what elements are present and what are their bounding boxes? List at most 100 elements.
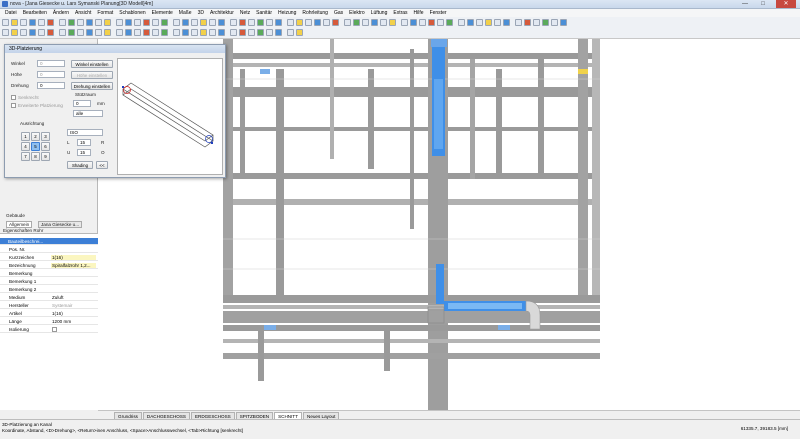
toolbar-tool-icon[interactable] — [182, 29, 189, 36]
menu-schablonen[interactable]: Schablonen — [116, 10, 148, 16]
l-input[interactable]: 15 — [77, 139, 91, 146]
prop-row[interactable]: Artikel 1(16) — [0, 310, 98, 318]
menu-extras[interactable]: Extras — [390, 10, 410, 16]
toolbar-tool-icon[interactable] — [389, 19, 396, 26]
shading-button[interactable]: Shading — [67, 161, 93, 169]
toolbar-tool-icon[interactable] — [467, 19, 474, 26]
maximize-button[interactable]: □ — [756, 0, 770, 8]
tree-tab-allgemein[interactable]: Allgemein — [6, 221, 33, 228]
prop-row[interactable]: Bemerkung 1 — [0, 278, 98, 286]
toolbar-tool-icon[interactable] — [296, 19, 303, 26]
toolbar-tool-icon[interactable] — [152, 29, 159, 36]
prop-row[interactable]: Kurzzeichen 1(16) — [0, 254, 98, 262]
toolbar-tool-icon[interactable] — [239, 19, 246, 26]
tab-spitzboden[interactable]: SPITZBODEN — [235, 412, 274, 419]
view-select[interactable]: ISO — [67, 129, 103, 136]
toolbar-tool-icon[interactable] — [104, 19, 111, 26]
menu-aendern[interactable]: Ändern — [50, 10, 72, 16]
toolbar-tool-icon[interactable] — [77, 19, 84, 26]
toolbar-tool-icon[interactable] — [248, 29, 255, 36]
toolbar-tool-icon[interactable] — [218, 19, 225, 26]
toolbar-tool-icon[interactable] — [95, 29, 102, 36]
drehung-set-button[interactable]: Drehung einstellen — [71, 82, 113, 90]
toolbar-tool-icon[interactable] — [152, 19, 159, 26]
toolbar-tool-icon[interactable] — [380, 19, 387, 26]
toolbar-tool-icon[interactable] — [314, 19, 321, 26]
prop-row[interactable]: Pos. Nr. — [0, 246, 98, 254]
toolbar-tool-icon[interactable] — [116, 19, 123, 26]
toolbar-tool-icon[interactable] — [116, 29, 123, 36]
toolbar-tool-icon[interactable] — [248, 19, 255, 26]
toolbar-tool-icon[interactable] — [428, 19, 435, 26]
menu-elemente[interactable]: Elemente — [149, 10, 176, 16]
toolbar-tool-icon[interactable] — [134, 29, 141, 36]
toolbar-tool-icon[interactable] — [125, 19, 132, 26]
hoehe-set-button[interactable]: Höhe einstellen — [71, 71, 113, 79]
menu-3d[interactable]: 3D — [195, 10, 207, 16]
tab-schnitt[interactable]: SCHNITT — [274, 412, 302, 419]
toolbar-tool-icon[interactable] — [257, 29, 264, 36]
toolbar-tool-icon[interactable] — [173, 29, 180, 36]
toolbar-tool-icon[interactable] — [173, 19, 180, 26]
menu-datei[interactable]: Datei — [2, 10, 20, 16]
menu-rohrleitung[interactable]: Rohrleitung — [299, 10, 331, 16]
toolbar-tool-icon[interactable] — [551, 19, 558, 26]
toolbar-tool-icon[interactable] — [266, 29, 273, 36]
toolbar-tool-icon[interactable] — [143, 29, 150, 36]
senkrecht-checkbox[interactable] — [11, 95, 16, 100]
tree-tab-project[interactable]: Jana Giesecke u... — [38, 221, 83, 228]
toolbar-tool-icon[interactable] — [200, 19, 207, 26]
toolbar-tool-icon[interactable] — [305, 19, 312, 26]
toolbar-tool-icon[interactable] — [503, 19, 510, 26]
menu-sanitaer[interactable]: Sanitär — [253, 10, 275, 16]
tab-dachgeschoss[interactable]: DACHGESCHOSS — [142, 412, 190, 419]
hoehe-input[interactable]: 0 — [37, 71, 65, 78]
toolbar-tool-icon[interactable] — [524, 19, 531, 26]
menu-format[interactable]: Format — [94, 10, 116, 16]
numpad-8[interactable]: 8 — [31, 152, 40, 161]
toolbar-tool-icon[interactable] — [47, 19, 54, 26]
numpad-6[interactable]: 6 — [41, 142, 50, 151]
tab-grundriss[interactable]: Grundriss — [114, 412, 142, 419]
alle-select[interactable]: alle — [73, 110, 103, 117]
erweiterte-checkbox[interactable] — [11, 103, 16, 108]
drehung-input[interactable]: 0 — [37, 82, 65, 89]
toolbar-tool-icon[interactable] — [134, 19, 141, 26]
toolbar-tool-icon[interactable] — [401, 19, 408, 26]
toolbar-tool-icon[interactable] — [11, 29, 18, 36]
prop-row[interactable]: Medium Zuluft — [0, 294, 98, 302]
collapse-button[interactable]: << — [96, 161, 108, 169]
toolbar-tool-icon[interactable] — [332, 19, 339, 26]
toolbar-tool-icon[interactable] — [68, 19, 75, 26]
u-input[interactable]: 15 — [77, 149, 91, 156]
numpad-5[interactable]: 5 — [31, 142, 40, 151]
numpad-2[interactable]: 2 — [31, 132, 40, 141]
toolbar-tool-icon[interactable] — [257, 19, 264, 26]
toolbar-tool-icon[interactable] — [2, 19, 9, 26]
toolbar-tool-icon[interactable] — [161, 19, 168, 26]
toolbar-tool-icon[interactable] — [143, 19, 150, 26]
prop-row[interactable]: Bemerkung 2 — [0, 286, 98, 294]
toolbar-tool-icon[interactable] — [86, 19, 93, 26]
toolbar-tool-icon[interactable] — [182, 19, 189, 26]
toolbar-tool-icon[interactable] — [191, 19, 198, 26]
toolbar-tool-icon[interactable] — [353, 19, 360, 26]
toolbar-tool-icon[interactable] — [209, 29, 216, 36]
toolbar-tool-icon[interactable] — [266, 19, 273, 26]
toolbar-tool-icon[interactable] — [437, 19, 444, 26]
toolbar-tool-icon[interactable] — [29, 29, 36, 36]
menu-netz[interactable]: Netz — [237, 10, 253, 16]
toolbar-tool-icon[interactable] — [542, 19, 549, 26]
toolbar-tool-icon[interactable] — [125, 29, 132, 36]
menu-ansicht[interactable]: Ansicht — [72, 10, 94, 16]
toolbar-tool-icon[interactable] — [59, 19, 66, 26]
toolbar-tool-icon[interactable] — [560, 19, 567, 26]
menu-bearbeiten[interactable]: Bearbeiten — [20, 10, 50, 16]
toolbar-tool-icon[interactable] — [287, 29, 294, 36]
toolbar-tool-icon[interactable] — [95, 19, 102, 26]
tree-root[interactable]: Gebäude — [6, 213, 25, 218]
winkel-input[interactable]: 0 — [37, 60, 65, 67]
toolbar-tool-icon[interactable] — [296, 29, 303, 36]
winkel-set-button[interactable]: Winkel einstellen — [71, 60, 113, 68]
stuetzraum-input[interactable]: 0 — [73, 100, 91, 107]
